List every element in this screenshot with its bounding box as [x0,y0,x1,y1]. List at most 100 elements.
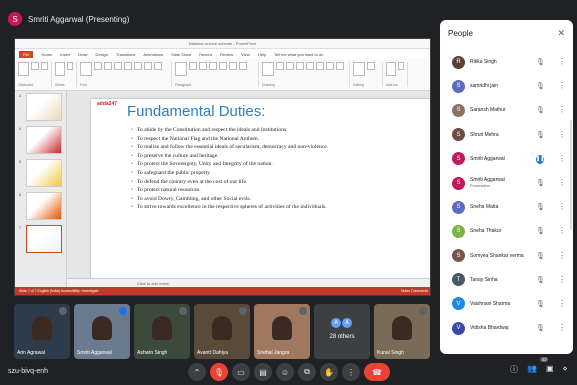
ribbon-command-icon[interactable] [189,62,197,70]
ribbon-tab[interactable]: Animations [143,52,163,57]
mic-active-icon[interactable]: ❚❚ [536,154,544,164]
mic-off-icon[interactable]: 🎙 [536,203,545,212]
ribbon-command-icon[interactable] [336,62,344,70]
person-row[interactable]: V Vidisha Bhardwaj 🎙 ⋮ [440,316,573,340]
activities-icon[interactable]: ⋄ [563,364,568,375]
slide-thumbnail[interactable]: 4 [19,126,62,154]
ribbon-command-icon[interactable] [306,62,314,70]
more-vert-icon[interactable]: ⋮ [558,81,566,90]
ribbon-command-icon[interactable] [353,62,365,76]
ribbon-command-icon[interactable] [262,62,274,76]
ribbon-command-icon[interactable] [286,62,294,70]
mic-off-icon[interactable]: 🎙 [536,82,545,91]
person-row[interactable]: S Sneha Matta 🎙 ⋮ [440,195,573,219]
ribbon-command-icon[interactable] [55,62,65,76]
ribbon-command-icon[interactable] [326,62,334,70]
person-row[interactable]: S Smriti Aggarwal Presentation 🎙 ⋮ [440,171,573,195]
slide-thumbnail[interactable]: 3 [19,93,62,121]
ribbon-command-icon[interactable] [144,62,152,70]
mic-off-icon[interactable]: 🎙 [536,276,545,285]
ribbon-command-icon[interactable] [219,62,227,70]
more-vert-icon[interactable]: ⋮ [558,226,566,235]
ribbon-tab[interactable]: Tell me what you want to do [274,52,323,57]
ribbon-tab[interactable]: View [241,52,250,57]
more-vert-icon[interactable]: ⋮ [558,323,566,332]
ribbon-command-icon[interactable] [276,62,284,70]
mic-off-icon[interactable]: 🎙 [536,179,545,188]
person-row[interactable]: T Tanay Sinha 🎙 ⋮ [440,268,573,292]
participant-tile[interactable]: Arin Agrawal [14,304,70,359]
slide-preview[interactable] [25,192,62,220]
slide-thumbnail[interactable]: 6 [19,192,62,220]
more-vert-icon[interactable]: ⋮ [558,178,566,187]
mic-off-button[interactable]: 🎙 [210,363,228,381]
more-vert-icon[interactable]: ⋮ [558,57,566,66]
ribbon-command-icon[interactable] [229,62,237,70]
ribbon-tab[interactable]: Review [220,52,233,57]
chevron-up-icon[interactable]: ⌃ [188,363,206,381]
notes-pane[interactable]: Click to add notes [67,278,430,287]
person-row[interactable]: V Vaishnavi Sharma 🎙 ⋮ [440,292,573,316]
captions-button[interactable]: ▤ [254,363,272,381]
ribbon-command-icon[interactable] [94,62,102,70]
ribbon-command-icon[interactable] [199,62,207,70]
ribbon-command-icon[interactable] [154,62,162,70]
ribbon-command-icon[interactable] [31,62,39,70]
present-button[interactable]: ⧉ [298,363,316,381]
person-row[interactable]: S Smriti Aggarwal ❚❚ ⋮ [440,147,573,171]
ribbon-command-icon[interactable] [316,62,324,70]
ribbon-command-icon[interactable] [80,62,92,76]
ribbon-command-icon[interactable] [18,62,30,76]
more-vert-icon[interactable]: ⋮ [558,202,566,211]
ribbon-command-icon[interactable] [40,62,48,70]
emoji-button[interactable]: ☺ [276,363,294,381]
people-icon[interactable]: 👥 [527,364,537,375]
ribbon-tab[interactable]: Slide Show [171,52,191,57]
participant-tile[interactable]: Avantt Dahiya [194,304,250,359]
more-options-button[interactable]: ⋮ [342,363,360,381]
info-icon[interactable]: ⓘ [510,364,518,375]
ribbon-command-icon[interactable] [124,62,132,70]
ribbon-command-icon[interactable] [114,62,122,70]
person-row[interactable]: R Ritika Singh 🎙 ⋮ [440,50,573,74]
mic-off-icon[interactable]: 🎙 [536,58,545,67]
person-row[interactable]: Ssamridhi jain 🎙 ⋮ [440,74,573,98]
ribbon-command-icon[interactable] [397,62,404,70]
participant-tile[interactable]: Smriti Aggarwal [74,304,130,359]
ribbon-command-icon[interactable] [239,62,247,70]
more-vert-icon[interactable]: ⋮ [558,299,566,308]
mic-off-icon[interactable]: 🎙 [536,106,545,115]
slide-preview[interactable] [25,159,62,187]
ribbon-tab[interactable]: Record [199,52,212,57]
ribbon-command-icon[interactable] [104,62,112,70]
ribbon-command-icon[interactable] [66,62,73,70]
participant-tile[interactable]: Kunal Singh [374,304,430,359]
mic-off-icon[interactable]: 🎙 [536,324,545,333]
more-vert-icon[interactable]: ⋮ [558,130,566,139]
close-icon[interactable]: ✕ [557,28,565,39]
mic-off-icon[interactable]: 🎙 [536,227,545,236]
ribbon-command-icon[interactable] [296,62,304,70]
raise-hand-button[interactable]: ✋ [320,363,338,381]
chat-icon[interactable]: ▣ [546,364,554,375]
ribbon-command-icon[interactable] [209,62,217,70]
ribbon-command-icon[interactable] [386,62,396,76]
person-row[interactable]: S Saransh Mathur 🎙 ⋮ [440,98,573,122]
people-scrollbar[interactable] [570,120,572,230]
slide-thumbnail[interactable]: 5 [19,159,62,187]
mic-off-icon[interactable]: 🎙 [536,300,545,309]
ribbon-tab[interactable]: Help [258,52,266,57]
slide-thumbnail[interactable]: 7 [19,225,62,253]
participant-tile[interactable]: Ashwin Singh [134,304,190,359]
mic-off-icon[interactable]: 🎙 [536,131,545,140]
more-vert-icon[interactable]: ⋮ [558,251,566,260]
person-row[interactable]: S Shruti Mehra 🎙 ⋮ [440,123,573,147]
ribbon-tab[interactable]: Home [41,52,52,57]
ribbon-tab[interactable]: Transitions [116,52,135,57]
camera-button[interactable]: ▭ [232,363,250,381]
slide-preview[interactable] [25,93,62,121]
ribbon-command-icon[interactable] [175,62,187,76]
ribbon-tab[interactable]: Design [95,52,107,57]
leave-call-button[interactable]: ☎ [364,363,390,381]
more-vert-icon[interactable]: ⋮ [558,105,566,114]
